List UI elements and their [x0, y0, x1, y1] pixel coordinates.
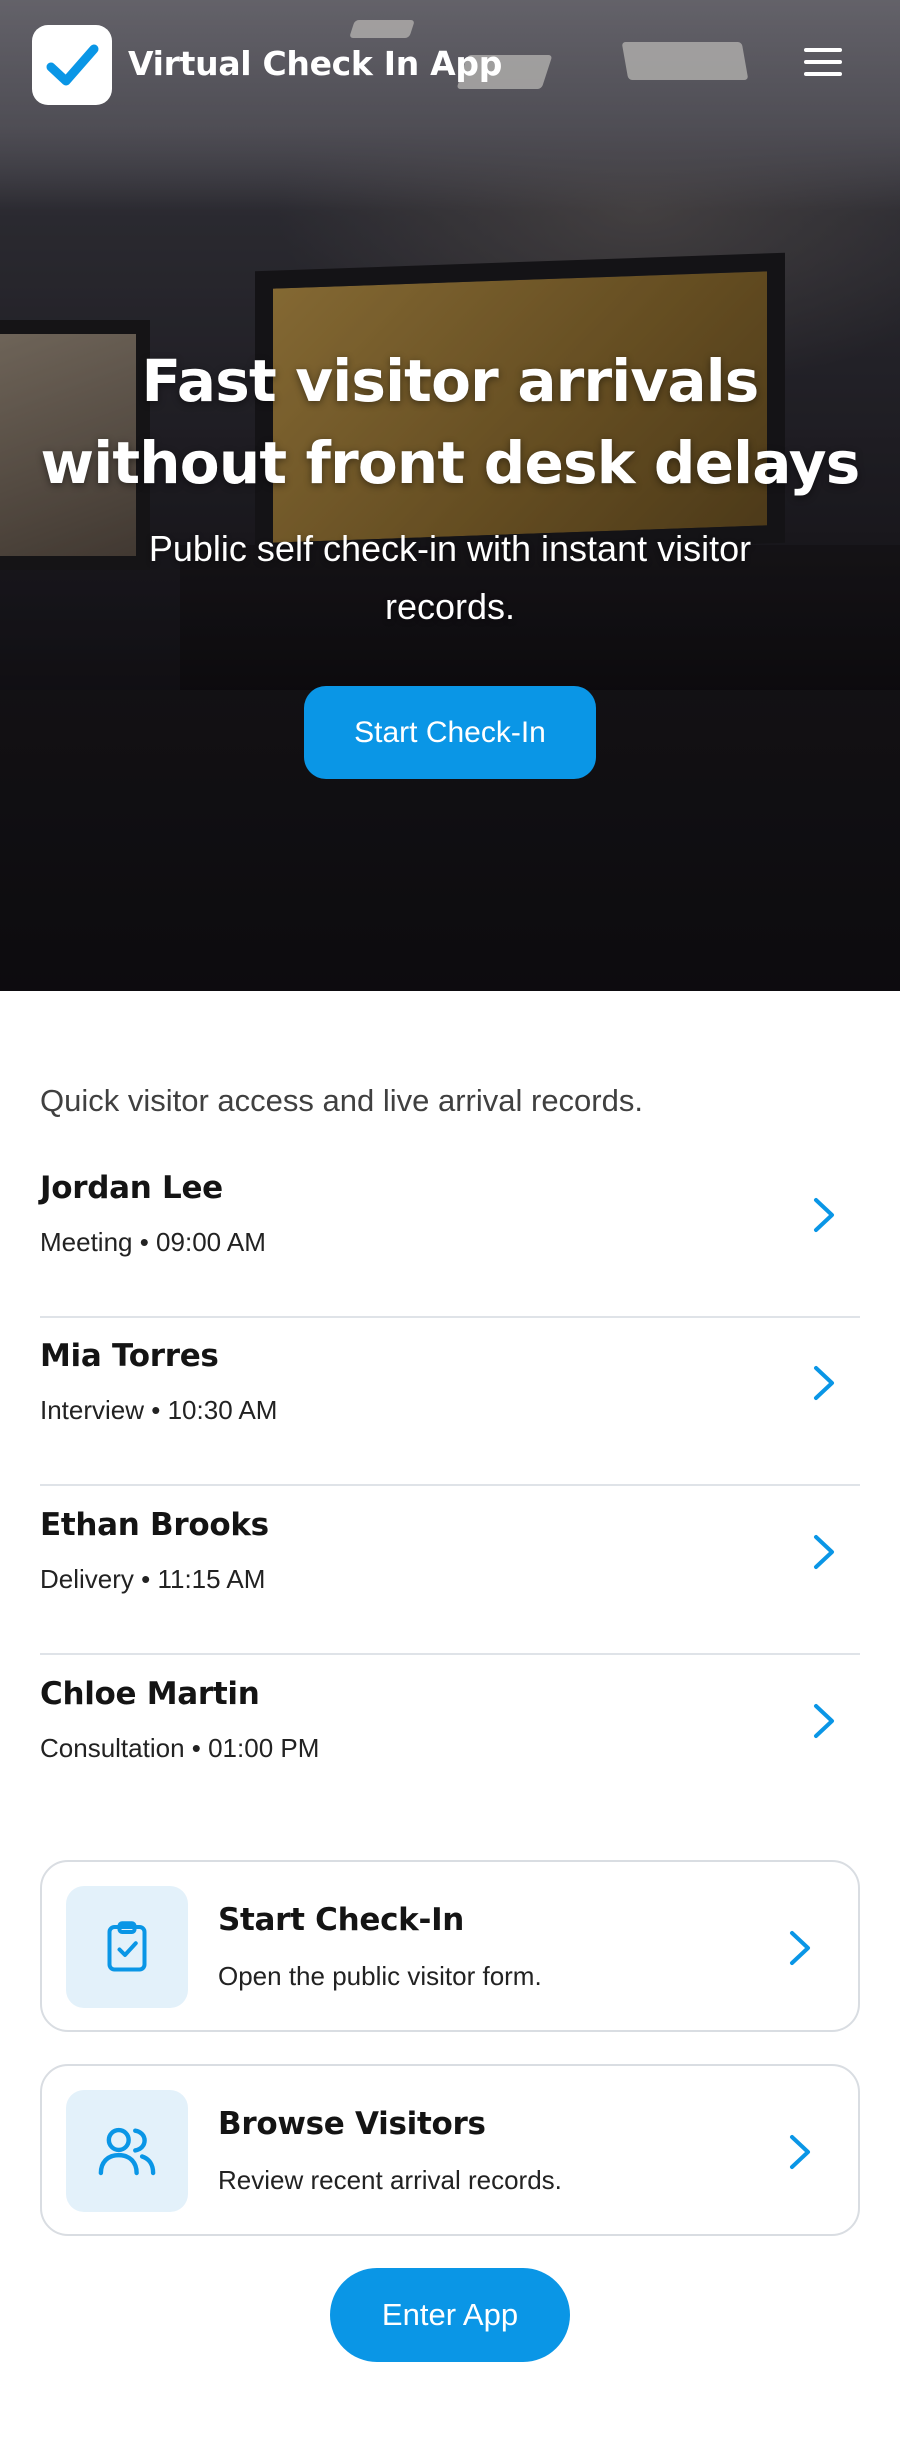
visitor-list-item[interactable]: Chloe Martin Consultation • 01:00 PM — [40, 1656, 860, 1824]
chevron-right-icon — [814, 1366, 834, 1400]
chevron-right-icon — [790, 2135, 810, 2169]
intro-text: Quick visitor access and live arrival re… — [40, 1083, 643, 1118]
visitor-name: Jordan Lee — [40, 1170, 223, 1206]
hamburger-menu-icon[interactable] — [800, 48, 848, 84]
enter-app-button[interactable]: Enter App — [330, 2268, 570, 2362]
users-icon — [98, 2127, 156, 2176]
chevron-right-icon — [790, 1931, 810, 1965]
chevron-right-icon — [814, 1704, 834, 1738]
visitor-meta: Meeting • 09:00 AM — [40, 1227, 266, 1257]
hero-content: Fast visitor arrivals without front desk… — [0, 340, 900, 636]
visitor-meta: Consultation • 01:00 PM — [40, 1733, 320, 1763]
start-check-in-card[interactable]: Start Check-In Open the public visitor f… — [40, 1860, 860, 2032]
visitor-name: Chloe Martin — [40, 1676, 260, 1712]
visitor-meta: Delivery • 11:15 AM — [40, 1564, 266, 1594]
card-title: Browse Visitors — [218, 2106, 486, 2142]
visitor-name: Ethan Brooks — [40, 1507, 269, 1543]
hero-title: Fast visitor arrivals without front desk… — [0, 340, 900, 504]
card-icon-box — [66, 1886, 188, 2008]
top-bar: Virtual Check In App — [0, 0, 900, 130]
clipboard-check-icon — [107, 1921, 147, 1972]
hero-subtitle: Public self check-in with instant visito… — [148, 528, 752, 627]
card-subtitle: Review recent arrival records. — [218, 2165, 562, 2195]
chevron-right-icon — [814, 1535, 834, 1569]
hero-title-line-1: Fast visitor arrivals — [141, 347, 759, 415]
visitor-meta: Interview • 10:30 AM — [40, 1395, 278, 1425]
hero-title-line-2: without front desk delays — [40, 429, 861, 497]
checkmark-icon — [46, 44, 99, 86]
card-subtitle: Open the public visitor form. — [218, 1961, 542, 1991]
hero-start-check-in-button[interactable]: Start Check-In — [304, 686, 596, 779]
visitor-list-item[interactable]: Mia Torres Interview • 10:30 AM — [40, 1318, 860, 1486]
visitor-name: Mia Torres — [40, 1338, 219, 1374]
browse-visitors-card[interactable]: Browse Visitors Review recent arrival re… — [40, 2064, 860, 2236]
visitor-list-item[interactable]: Jordan Lee Meeting • 09:00 AM — [40, 1150, 860, 1318]
card-title: Start Check-In — [218, 1902, 465, 1938]
app-logo[interactable] — [32, 25, 112, 105]
card-icon-box — [66, 2090, 188, 2212]
hero-section: Virtual Check In App Fast visitor arriva… — [0, 0, 900, 991]
chevron-right-icon — [814, 1198, 834, 1232]
app-title: Virtual Check In App — [128, 44, 503, 83]
visitor-list-item[interactable]: Ethan Brooks Delivery • 11:15 AM — [40, 1487, 860, 1655]
